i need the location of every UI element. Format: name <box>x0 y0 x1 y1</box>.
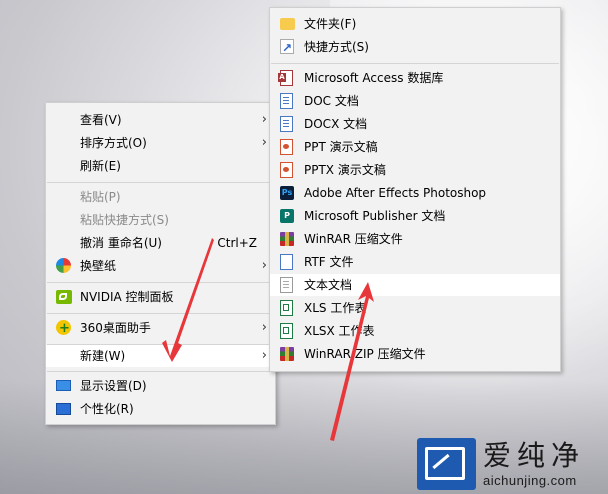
arrow-to-text-document-icon <box>330 282 374 441</box>
arrow-to-new-icon <box>162 238 214 362</box>
watermark-logo: 爱纯净 aichunjing.com <box>417 438 603 490</box>
logo-name: 爱纯净 <box>483 439 586 472</box>
annotation-arrows <box>162 238 374 441</box>
logo-emblem <box>417 438 476 490</box>
logo-url: aichunjing.com <box>483 473 577 488</box>
